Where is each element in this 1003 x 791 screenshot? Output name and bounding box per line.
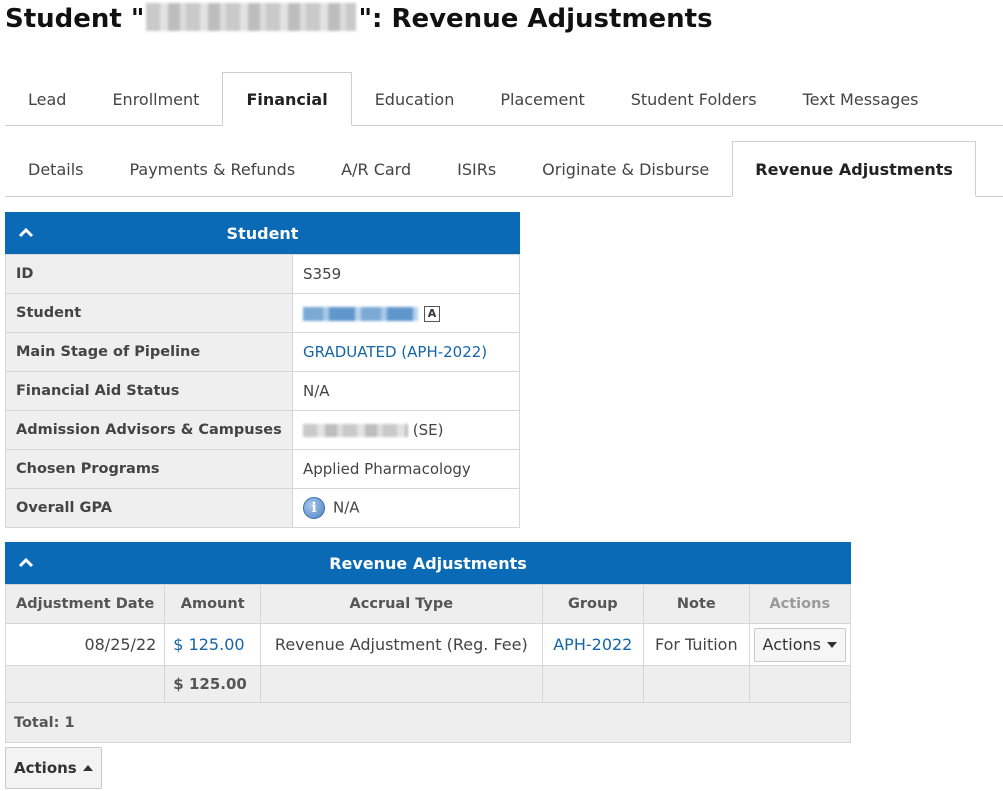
total-count: Total: 1 (5, 702, 851, 743)
row-amount-cell: $ 125.00 (164, 623, 262, 666)
row-group-cell: APH-2022 (541, 623, 645, 666)
info-label: Financial Aid Status (5, 371, 293, 411)
tab-financial[interactable]: Financial (222, 72, 352, 126)
sum-empty (748, 665, 852, 703)
tab-student-folders[interactable]: Student Folders (608, 72, 780, 125)
row-actions-label: Actions (762, 635, 821, 654)
student-id-value: S359 (292, 254, 520, 294)
info-label: Student (5, 293, 293, 333)
table-row: 08/25/22 $ 125.00 Revenue Adjustment (Re… (4, 623, 852, 666)
bulk-actions-label: Actions (14, 759, 77, 777)
caret-up-icon (82, 765, 93, 771)
gpa-value: N/A (333, 498, 360, 517)
subtab-isirs[interactable]: ISIRs (434, 141, 519, 196)
revenue-panel-header: Revenue Adjustments (5, 542, 851, 584)
info-icon[interactable]: i (303, 497, 325, 519)
info-label: ID (5, 254, 293, 294)
primary-tabbar: Lead Enrollment Financial Education Plac… (5, 72, 1003, 126)
info-label: Overall GPA (5, 488, 293, 528)
page-title: Student " ": Revenue Adjustments (5, 2, 713, 34)
row-actions-cell: Actions (748, 623, 852, 666)
sum-amount: $ 125.00 (164, 665, 262, 703)
row-date: 08/25/22 (4, 623, 166, 666)
gpa-cell: i N/A (292, 488, 520, 528)
info-row-fa-status: Financial Aid Status N/A (5, 371, 520, 411)
redacted-advisor-name (303, 424, 408, 437)
info-label: Admission Advisors & Campuses (5, 410, 293, 450)
pipeline-stage-link[interactable]: GRADUATED (APH-2022) (303, 343, 487, 361)
table-header-row: Adjustment Date Amount Accrual Type Grou… (4, 584, 852, 624)
sum-empty (4, 665, 166, 703)
student-panel-header: Student (5, 212, 520, 254)
info-row-gpa: Overall GPA i N/A (5, 488, 520, 528)
page-title-prefix: Student " (5, 4, 145, 34)
pipeline-cell: GRADUATED (APH-2022) (292, 332, 520, 372)
student-panel-title: Student (226, 223, 299, 243)
table-total-row: Total: 1 (5, 702, 851, 743)
revenue-adjustments-table: Adjustment Date Amount Accrual Type Grou… (4, 584, 852, 743)
student-badge-icon[interactable]: A (424, 305, 440, 322)
student-info-table: ID S359 Student A Main Stage of Pipeline… (5, 254, 520, 528)
student-panel: Student ID S359 Student A Main Stage of … (5, 212, 520, 528)
col-header-amount[interactable]: Amount (164, 584, 262, 624)
tab-education[interactable]: Education (352, 72, 478, 125)
info-label: Main Stage of Pipeline (5, 332, 293, 372)
tab-lead[interactable]: Lead (5, 72, 89, 125)
col-header-note[interactable]: Note (643, 584, 750, 624)
subtab-revenue-adjustments[interactable]: Revenue Adjustments (732, 141, 976, 197)
subtab-payments-refunds[interactable]: Payments & Refunds (106, 141, 318, 196)
info-row-programs: Chosen Programs Applied Pharmacology (5, 449, 520, 489)
revenue-adjustments-panel: Revenue Adjustments Adjustment Date Amou… (4, 542, 852, 743)
info-row-advisors: Admission Advisors & Campuses (SE) (5, 410, 520, 450)
col-header-accrual[interactable]: Accrual Type (260, 584, 543, 624)
tab-enrollment[interactable]: Enrollment (89, 72, 222, 125)
advisors-cell: (SE) (292, 410, 520, 450)
col-header-group[interactable]: Group (541, 584, 645, 624)
row-group-link[interactable]: APH-2022 (553, 635, 632, 654)
row-note: For Tuition (643, 623, 750, 666)
revenue-panel-title: Revenue Adjustments (329, 553, 527, 573)
col-header-date[interactable]: Adjustment Date (4, 584, 166, 624)
secondary-tabbar: Details Payments & Refunds A/R Card ISIR… (5, 141, 1003, 197)
col-header-actions: Actions (748, 584, 852, 624)
info-row-student: Student A (5, 293, 520, 333)
tab-placement[interactable]: Placement (477, 72, 607, 125)
sum-empty (541, 665, 645, 703)
redacted-student-name (146, 2, 357, 31)
info-row-id: ID S359 (5, 254, 520, 294)
chevron-up-icon[interactable] (17, 554, 35, 572)
campus-code: (SE) (412, 421, 444, 439)
student-name-link[interactable] (303, 306, 418, 321)
chevron-up-icon[interactable] (17, 224, 35, 242)
student-name-cell: A (292, 293, 520, 333)
caret-down-icon (826, 641, 837, 648)
subtab-details[interactable]: Details (5, 141, 106, 196)
row-accrual: Revenue Adjustment (Reg. Fee) (260, 623, 543, 666)
sum-empty (260, 665, 543, 703)
info-label: Chosen Programs (5, 449, 293, 489)
table-sum-row: $ 125.00 (4, 665, 852, 703)
bulk-actions-button[interactable]: Actions (5, 747, 102, 789)
fa-status-value: N/A (292, 371, 520, 411)
sum-empty (643, 665, 750, 703)
row-amount-link[interactable]: $ 125.00 (173, 635, 244, 654)
subtab-ar-card[interactable]: A/R Card (318, 141, 434, 196)
tab-text-messages[interactable]: Text Messages (780, 72, 942, 125)
subtab-originate-disburse[interactable]: Originate & Disburse (519, 141, 732, 196)
bottom-actions: Actions (5, 747, 102, 789)
page-title-suffix: ": Revenue Adjustments (358, 4, 713, 34)
programs-value: Applied Pharmacology (292, 449, 520, 489)
row-actions-button[interactable]: Actions (753, 627, 846, 662)
info-row-pipeline: Main Stage of Pipeline GRADUATED (APH-20… (5, 332, 520, 372)
